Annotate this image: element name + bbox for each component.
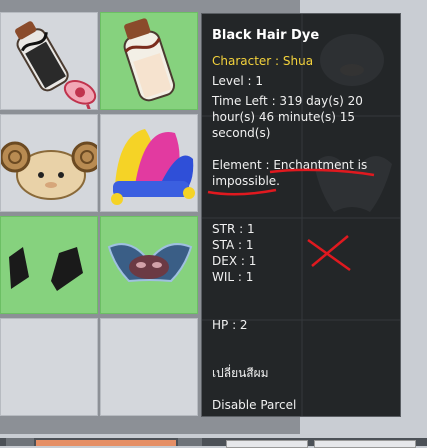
tooltip-title: Black Hair Dye: [212, 28, 320, 43]
inventory-slot-winged-mask[interactable]: [100, 216, 198, 314]
tooltip-character: Character : Shua: [212, 54, 314, 68]
bottom-button-2[interactable]: [314, 440, 416, 448]
inventory-slot-jester-hat[interactable]: [100, 114, 198, 212]
item-tooltip: Black Hair Dye Character : Shua Level : …: [201, 13, 401, 417]
sp-label: [178, 438, 202, 446]
tooltip-time-left-line3: second(s): [212, 126, 271, 140]
tooltip-stat-sta: STA : 1: [212, 238, 254, 252]
inventory-slot-black-boots[interactable]: [0, 216, 98, 314]
ram-hat-icon: [1, 141, 97, 200]
tooltip-stat-str: STR : 1: [212, 222, 255, 236]
inventory-slot-dye-bottle-fan[interactable]: [0, 12, 98, 110]
bottom-button-1[interactable]: [226, 440, 308, 448]
winged-mask-icon: [107, 243, 193, 283]
tooltip-time-left-line1: Time Left : 319 day(s) 20: [212, 94, 363, 108]
jester-hat-icon: [111, 129, 195, 205]
inventory-slot-ram-hat[interactable]: [0, 114, 98, 212]
tooltip-level: Level : 1: [212, 74, 263, 88]
dye-bottle-with-fan-icon: [15, 21, 97, 109]
tooltip-description: เปลี่ยนสีผม: [212, 366, 269, 380]
inventory-slot-dye-bottle[interactable]: [100, 12, 198, 110]
tooltip-stat-wil: WIL : 1: [212, 270, 254, 284]
dye-bottle-icon: [123, 18, 176, 102]
tooltip-time-left-line2: hour(s) 46 minute(s) 15: [212, 110, 356, 124]
tooltip-stat-hp: HP : 2: [212, 318, 248, 332]
tooltip-disable-parcel: Disable Parcel: [212, 398, 297, 412]
black-boots-icon: [9, 247, 83, 291]
inventory-slot-empty-2[interactable]: [100, 318, 198, 416]
hp-label: [6, 438, 34, 446]
inventory-slot-empty-1[interactable]: [0, 318, 98, 416]
hp-gauge: [36, 440, 176, 446]
tooltip-stat-dex: DEX : 1: [212, 254, 257, 268]
tooltip-element-line1: Element : Enchantment is: [212, 158, 368, 172]
tooltip-element-line2: impossible.: [212, 174, 280, 188]
